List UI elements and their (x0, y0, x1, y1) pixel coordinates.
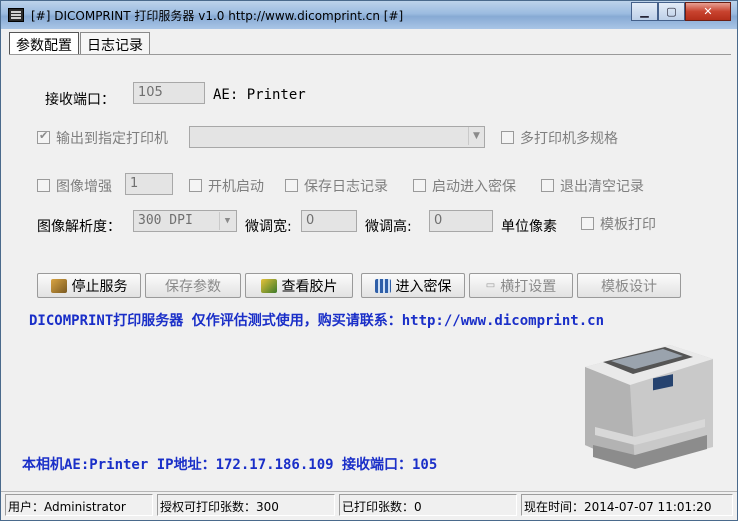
status-quota: 授权可打印张数：300 (157, 494, 335, 516)
evaluation-banner: DICOMPRINT打印服务器 仅作评估测式使用，购买请联系：http://ww… (29, 313, 605, 329)
save-params-button[interactable]: 保存参数 (145, 273, 241, 298)
host-info: 本相机AE:Printer IP地址：172.17.186.109 接收端口：1… (22, 457, 438, 473)
view-film-label: 查看胶片 (281, 278, 338, 295)
close-button[interactable]: ✕ (685, 2, 731, 21)
clear-on-exit-label: 退出清空记录 (560, 179, 644, 195)
view-film-button[interactable]: 查看胶片 (245, 273, 353, 298)
maximize-button[interactable]: ▢ (658, 2, 685, 21)
stop-icon (50, 278, 67, 293)
unit-label: 单位像素 (501, 219, 557, 235)
fine-width-input[interactable]: 0 (301, 210, 357, 232)
fine-width-label: 微调宽: (245, 219, 292, 235)
clear-on-exit-checkbox[interactable] (541, 179, 554, 192)
chevron-down-icon: ▼ (468, 127, 484, 145)
tab-log[interactable]: 日志记录 (80, 32, 150, 54)
maximize-icon: ▢ (666, 5, 677, 18)
template-print-checkbox[interactable] (581, 217, 594, 230)
image-enhance-input[interactable]: 1 (125, 173, 173, 195)
multi-printer-label: 多打印机多规格 (520, 131, 618, 147)
landscape-settings-label: 横打设置 (500, 278, 557, 295)
landscape-settings-button[interactable]: ▭ 横打设置 (469, 273, 573, 298)
multi-printer-checkbox[interactable] (501, 131, 514, 144)
tab-config[interactable]: 参数配置 (9, 32, 79, 55)
app-icon (8, 8, 24, 22)
ae-label: AE: Printer (213, 87, 306, 103)
autostart-label: 开机启动 (208, 179, 264, 195)
status-time: 现在时间：2014-07-07 11:01:20 (521, 494, 733, 516)
printer-select[interactable] (189, 126, 485, 148)
port-input[interactable]: 105 (133, 82, 205, 104)
image-enhance-label: 图像增强 (56, 179, 112, 195)
enter-secure-button[interactable]: 进入密保 (361, 273, 465, 298)
enter-secure-label: 进入密保 (395, 278, 452, 295)
autostart-checkbox[interactable] (189, 179, 202, 192)
grid-icon (374, 278, 391, 293)
printer-select-dropdown[interactable]: ▼ (467, 127, 484, 147)
chevron-down-icon: ▼ (219, 212, 235, 230)
landscape-icon: ▭ (485, 280, 496, 291)
save-params-label: 保存参数 (165, 278, 221, 295)
tab-strip: 参数配置 日志记录 (9, 32, 151, 55)
save-log-checkbox[interactable] (285, 179, 298, 192)
minimize-button[interactable]: ▁ (631, 2, 658, 21)
stop-service-label: 停止服务 (71, 278, 128, 295)
stop-service-button[interactable]: 停止服务 (37, 273, 141, 298)
app-window: [#] DICOMPRINT 打印服务器 v1.0 http://www.dic… (0, 0, 738, 521)
template-design-label: 模板设计 (601, 278, 657, 295)
fine-height-input[interactable]: 0 (429, 210, 493, 232)
template-print-label: 模板打印 (600, 217, 656, 233)
printer-image (585, 345, 713, 469)
minimize-icon: ▁ (640, 5, 649, 18)
fine-height-label: 微调高: (365, 219, 412, 235)
status-bar: 用户：Administrator 授权可打印张数：300 已打印张数：0 现在时… (1, 491, 737, 520)
title-bar[interactable]: [#] DICOMPRINT 打印服务器 v1.0 http://www.dic… (1, 1, 737, 29)
template-design-button[interactable]: 模板设计 (577, 273, 681, 298)
resolution-select[interactable]: 300 DPI ▼ (133, 210, 237, 232)
output-printer-label: 输出到指定打印机 (56, 131, 168, 147)
port-label: 接收端口： (45, 92, 115, 108)
window-controls: ▁ ▢ ✕ (631, 2, 731, 21)
secure-start-checkbox[interactable] (413, 179, 426, 192)
output-printer-checkbox[interactable] (37, 129, 50, 144)
status-user: 用户：Administrator (5, 494, 153, 516)
resolution-value: 300 DPI (138, 213, 193, 228)
window-title: [#] DICOMPRINT 打印服务器 v1.0 http://www.dic… (31, 9, 404, 23)
secure-start-label: 启动进入密保 (432, 179, 516, 195)
image-enhance-checkbox[interactable] (37, 179, 50, 192)
close-icon: ✕ (703, 5, 713, 18)
resolution-label: 图像解析度： (37, 219, 121, 235)
film-icon (260, 278, 277, 293)
status-printed: 已打印张数：0 (339, 494, 517, 516)
save-log-label: 保存日志记录 (304, 179, 388, 195)
